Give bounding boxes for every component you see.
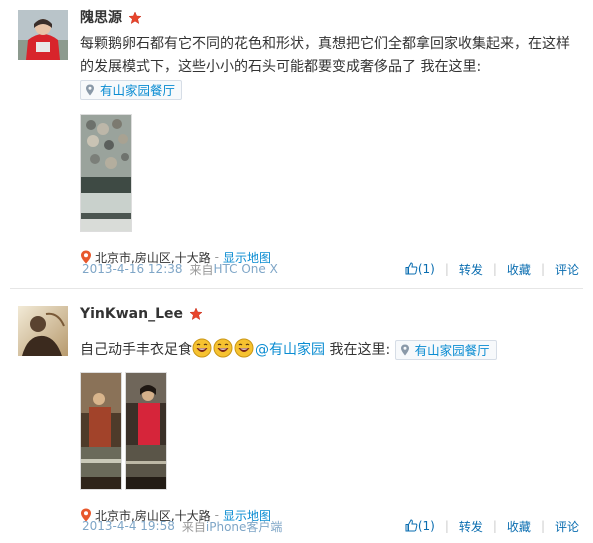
vip-star-icon[interactable] [128,11,142,25]
place-name: 有山家园餐厅 [100,82,176,98]
feed-content: YinKwan_Lee 自己动手丰衣足食 @有山家园 我在这里: 有山家园餐厅 … [80,304,583,524]
weibo-feed: 隗思源 每颗鹅卵石都有它不同的花色和形状，真想把它们全都拿回家收集起来，在这样的… [0,0,593,543]
post-meta: 2013-4-16 12:38 来自 HTC One X (1) | 转发 | … [82,260,579,278]
feed-divider [10,288,583,289]
post-image-thumbnail[interactable] [125,372,167,490]
vip-star-icon[interactable] [189,307,203,321]
source-label: 来自 [181,519,206,534]
repost-button[interactable]: 转发 [459,261,483,278]
post-text: 每颗鹅卵石都有它不同的花色和形状，真想把它们全都拿回家收集起来，在这样的发展模式… [80,33,580,102]
favorite-button[interactable]: 收藏 [507,261,531,278]
username[interactable]: 隗思源 [80,8,122,28]
source-client-link[interactable]: HTC One X [214,262,278,276]
post-text-suffix: 我在这里: [325,342,391,358]
like-button[interactable]: (1) [405,519,435,533]
repost-button[interactable]: 转发 [459,518,483,535]
comment-button[interactable]: 评论 [555,518,579,535]
avatar[interactable] [18,306,68,356]
like-button[interactable]: (1) [405,262,435,276]
feed-content: 隗思源 每颗鹅卵石都有它不同的花色和形状，真想把它们全都拿回家收集起来，在这样的… [80,8,583,266]
post-image-thumbnail[interactable] [80,372,122,490]
action-separator: | [540,519,545,533]
feed-item: YinKwan_Lee 自己动手丰衣足食 @有山家园 我在这里: 有山家园餐厅 … [0,296,593,543]
like-count: (1) [417,262,435,276]
mention-link[interactable]: @有山家园 [255,342,325,358]
place-chip[interactable]: 有山家园餐厅 [80,80,183,100]
laughing-emoji-icon [234,338,254,358]
post-text-body: 自己动手丰衣足食 [80,342,192,358]
place-name: 有山家园餐厅 [414,342,490,358]
location-pin-icon [400,344,409,356]
source-client-link[interactable]: iPhone客户端 [206,518,283,535]
laughing-emoji-icon [213,338,233,358]
action-separator: | [492,519,497,533]
action-separator: | [444,262,449,276]
place-chip[interactable]: 有山家园餐厅 [394,340,497,360]
source-label: 来自 [189,262,214,277]
post-time[interactable]: 2013-4-16 12:38 [82,262,183,276]
action-separator: | [444,519,449,533]
username[interactable]: YinKwan_Lee [80,304,183,324]
post-time[interactable]: 2013-4-4 19:58 [82,519,175,533]
thumbs-up-icon [405,262,418,275]
location-pin-icon [86,84,94,96]
post-actions: (1) | 转发 | 收藏 | 评论 [405,518,579,535]
thumbs-up-icon [405,519,418,532]
like-count: (1) [417,519,435,533]
post-meta: 2013-4-4 19:58 来自 iPhone客户端 (1) | 转发 | 收… [82,517,579,535]
post-image-thumbnail[interactable] [80,114,132,232]
post-text: 自己动手丰衣足食 @有山家园 我在这里: 有山家园餐厅 [80,338,580,362]
comment-button[interactable]: 评论 [555,261,579,278]
feed-item: 隗思源 每颗鹅卵石都有它不同的花色和形状，真想把它们全都拿回家收集起来，在这样的… [0,0,593,288]
avatar[interactable] [18,10,68,60]
post-actions: (1) | 转发 | 收藏 | 评论 [405,261,579,278]
favorite-button[interactable]: 收藏 [507,518,531,535]
action-separator: | [540,262,545,276]
laughing-emoji-icon [192,338,212,358]
action-separator: | [492,262,497,276]
post-text-body: 每颗鹅卵石都有它不同的花色和形状，真想把它们全都拿回家收集起来，在这样的发展模式… [80,36,570,75]
